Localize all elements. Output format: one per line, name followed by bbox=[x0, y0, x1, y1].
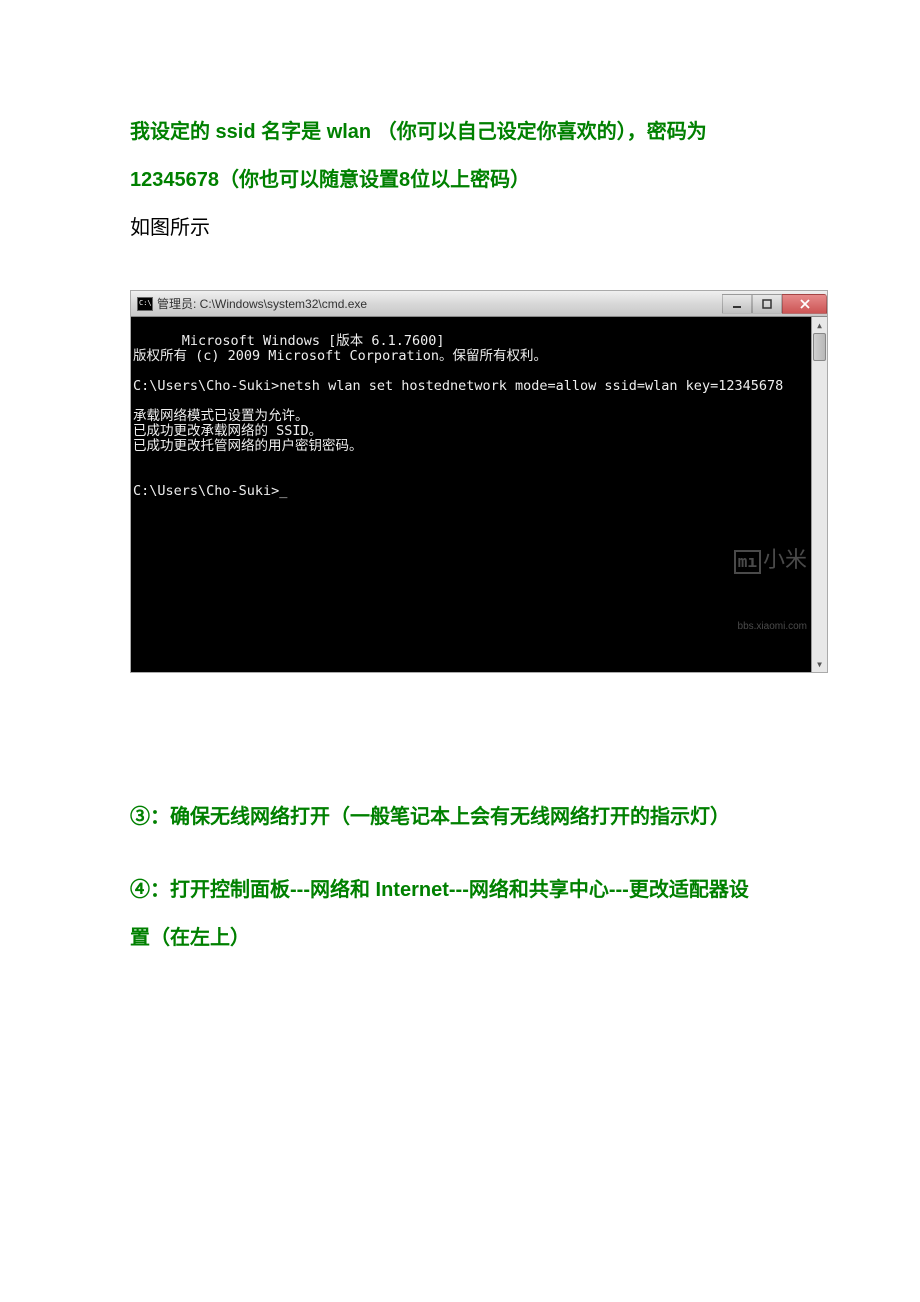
intro-line-1: 我设定的 ssid 名字是 wlan （你可以自己设定你喜欢的），密码为 bbox=[130, 121, 707, 143]
title-left: 管理员: C:\Windows\system32\cmd.exe bbox=[137, 295, 367, 312]
cmd-window: 管理员: C:\Windows\system32\cmd.exe Microso… bbox=[130, 290, 828, 673]
title-bar[interactable]: 管理员: C:\Windows\system32\cmd.exe bbox=[131, 291, 827, 317]
watermark: mı小米 bbs.xiaomi.com bbox=[673, 505, 807, 664]
close-icon bbox=[799, 298, 811, 310]
cmd-body[interactable]: Microsoft Windows [版本 6.1.7600] 版权所有 (c)… bbox=[131, 317, 827, 672]
watermark-url: bbs.xiaomi.com bbox=[673, 619, 807, 634]
cmd-output: Microsoft Windows [版本 6.1.7600] 版权所有 (c)… bbox=[133, 333, 783, 499]
minimize-icon bbox=[732, 299, 742, 309]
cmd-icon bbox=[137, 297, 153, 311]
watermark-logo-box: mı bbox=[734, 550, 761, 574]
step-4-line2: 置（在左上） bbox=[130, 914, 785, 962]
scroll-down-icon[interactable]: ▼ bbox=[812, 656, 827, 672]
intro-paragraph-2: 12345678（你也可以随意设置8位以上密码） bbox=[130, 158, 785, 202]
close-button[interactable] bbox=[782, 294, 827, 314]
maximize-icon bbox=[762, 299, 772, 309]
step-4-line1: ④：打开控制面板---网络和 Internet---网络和共享中心---更改适配… bbox=[130, 866, 785, 914]
scrollbar[interactable]: ▲ ▼ bbox=[811, 317, 827, 672]
scroll-thumb[interactable] bbox=[813, 333, 826, 361]
intro-paragraph: 我设定的 ssid 名字是 wlan （你可以自己设定你喜欢的），密码为 bbox=[130, 110, 785, 154]
scroll-up-icon[interactable]: ▲ bbox=[812, 317, 827, 333]
step-3: ③：确保无线网络打开（一般笔记本上会有无线网络打开的指示灯） bbox=[130, 793, 785, 841]
maximize-button[interactable] bbox=[752, 294, 782, 314]
intro-line-2: 12345678（你也可以随意设置8位以上密码） bbox=[130, 169, 530, 191]
intro-subline: 如图所示 bbox=[130, 206, 785, 250]
watermark-brand: 小米 bbox=[763, 547, 807, 572]
watermark-logo: mı小米 bbox=[673, 535, 807, 589]
minimize-button[interactable] bbox=[722, 294, 752, 314]
window-buttons bbox=[722, 294, 827, 314]
document-page: 我设定的 ssid 名字是 wlan （你可以自己设定你喜欢的），密码为 123… bbox=[0, 0, 920, 1022]
window-title: 管理员: C:\Windows\system32\cmd.exe bbox=[157, 295, 367, 312]
